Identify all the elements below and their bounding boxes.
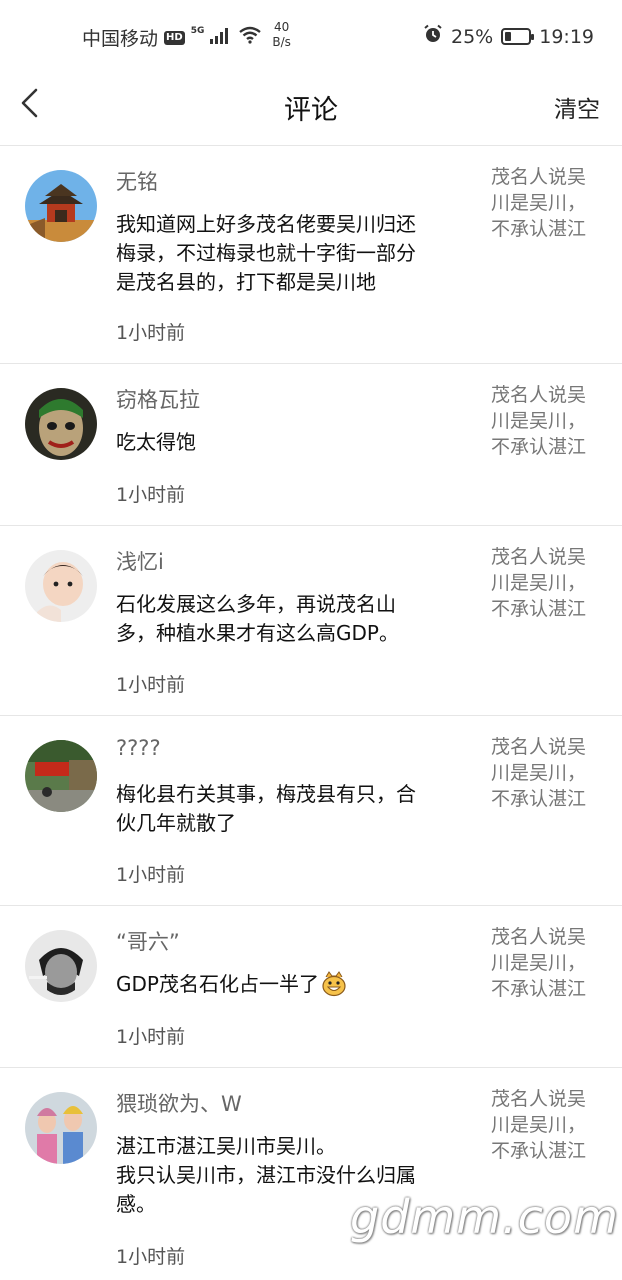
wifi-icon — [238, 26, 262, 49]
comment-list: 无铭 我知道网上好多茂名佬要吴川归还 梅录，不过梅录也就十字街一部分 是茂名县的… — [0, 146, 622, 1280]
comment-text: 梅化县冇关其事，梅茂县有只，合 伙几年就散了 — [116, 782, 416, 835]
referenced-post-text[interactable]: 茂名人说吴川是吴川，不承认湛江 — [491, 544, 601, 622]
top-nav-bar: 评论 清空 — [0, 74, 622, 146]
battery-icon — [501, 28, 535, 45]
comment-text: 吃太得饱 — [116, 430, 196, 454]
avatar[interactable] — [25, 170, 97, 242]
referenced-post-text[interactable]: 茂名人说吴川是吴川，不承认湛江 — [491, 1086, 601, 1164]
comment-time: 1小时前 — [116, 484, 186, 506]
status-right: 25% 19:19 — [423, 24, 594, 49]
comment-text-content: GDP茂名石化占一半了 — [116, 972, 319, 996]
commenter-name[interactable]: 猥琐欲为、W — [116, 1088, 242, 1118]
comment-time: 1小时前 — [116, 1246, 186, 1268]
grinning-face-emoji-icon — [322, 971, 346, 997]
referenced-post-text[interactable]: 茂名人说吴川是吴川，不承认湛江 — [491, 164, 601, 242]
commenter-name[interactable]: 无铭 — [116, 166, 158, 196]
commenter-name[interactable]: “哥六” — [116, 926, 180, 956]
watermark: gdmm.com — [350, 1190, 619, 1244]
commenter-name[interactable]: 浅忆i — [116, 546, 164, 576]
comment-item[interactable]: 窃格瓦拉 吃太得饱 1小时前 茂名人说吴川是吴川，不承认湛江 — [0, 364, 622, 526]
comment-time: 1小时前 — [116, 674, 186, 696]
comment-text: GDP茂名石化占一半了 — [116, 970, 446, 999]
speed-unit: B/s — [272, 34, 291, 49]
comment-time: 1小时前 — [116, 1026, 186, 1048]
hd-badge: HD — [164, 30, 185, 45]
avatar[interactable] — [25, 388, 97, 460]
speed-value: 40 — [273, 19, 290, 34]
referenced-post-text[interactable]: 茂名人说吴川是吴川，不承认湛江 — [491, 734, 601, 812]
signal-bars-icon — [210, 26, 232, 49]
avatar[interactable] — [25, 1092, 97, 1164]
referenced-post-text[interactable]: 茂名人说吴川是吴川，不承认湛江 — [491, 382, 601, 460]
network-type: 5G — [190, 26, 205, 36]
avatar[interactable] — [25, 930, 97, 1002]
clear-button[interactable]: 清空 — [554, 90, 600, 124]
comment-text: 我知道网上好多茂名佬要吴川归还 梅录，不过梅录也就十字街一部分 是茂名县的，打下… — [116, 212, 416, 294]
comment-text: 石化发展这么多年，再说茂名山 多，种植水果才有这么高GDP。 — [116, 592, 399, 645]
network-speed: 40 B/s — [272, 20, 291, 50]
comment-item[interactable]: “哥六” GDP茂名石化占一半了 1小时前 茂名人说吴川是吴川，不承认湛江 — [0, 906, 622, 1068]
commenter-name[interactable]: ???? — [116, 736, 161, 760]
avatar[interactable] — [25, 550, 97, 622]
comment-item[interactable]: ???? 梅化县冇关其事，梅茂县有只，合 伙几年就散了 1小时前 茂名人说吴川是… — [0, 716, 622, 906]
page-title: 评论 — [284, 95, 338, 126]
comment-item[interactable]: 浅忆i 石化发展这么多年，再说茂名山 多，种植水果才有这么高GDP。 1小时前 … — [0, 526, 622, 716]
battery-percent: 25% — [451, 25, 494, 48]
battery-level — [505, 32, 512, 41]
comment-time: 1小时前 — [116, 864, 186, 886]
referenced-post-text[interactable]: 茂名人说吴川是吴川，不承认湛江 — [491, 924, 601, 1002]
comment-time: 1小时前 — [116, 322, 186, 344]
clock-time: 19:19 — [539, 25, 594, 48]
status-bar: 中国移动 HD 5G 40 B/s 25% 19:19 — [0, 0, 622, 74]
commenter-name[interactable]: 窃格瓦拉 — [116, 384, 200, 414]
avatar[interactable] — [25, 740, 97, 812]
alarm-icon — [423, 24, 443, 49]
status-left: 中国移动 HD 5G 40 B/s — [82, 20, 291, 51]
carrier-name: 中国移动 — [82, 28, 159, 50]
comment-item[interactable]: 猥琐欲为、W 湛江市湛江吴川市吴川。 我只认吴川市，湛江市没什么归属 感。 1小… — [0, 1068, 622, 1280]
comment-item[interactable]: 无铭 我知道网上好多茂名佬要吴川归还 梅录，不过梅录也就十字街一部分 是茂名县的… — [0, 146, 622, 364]
